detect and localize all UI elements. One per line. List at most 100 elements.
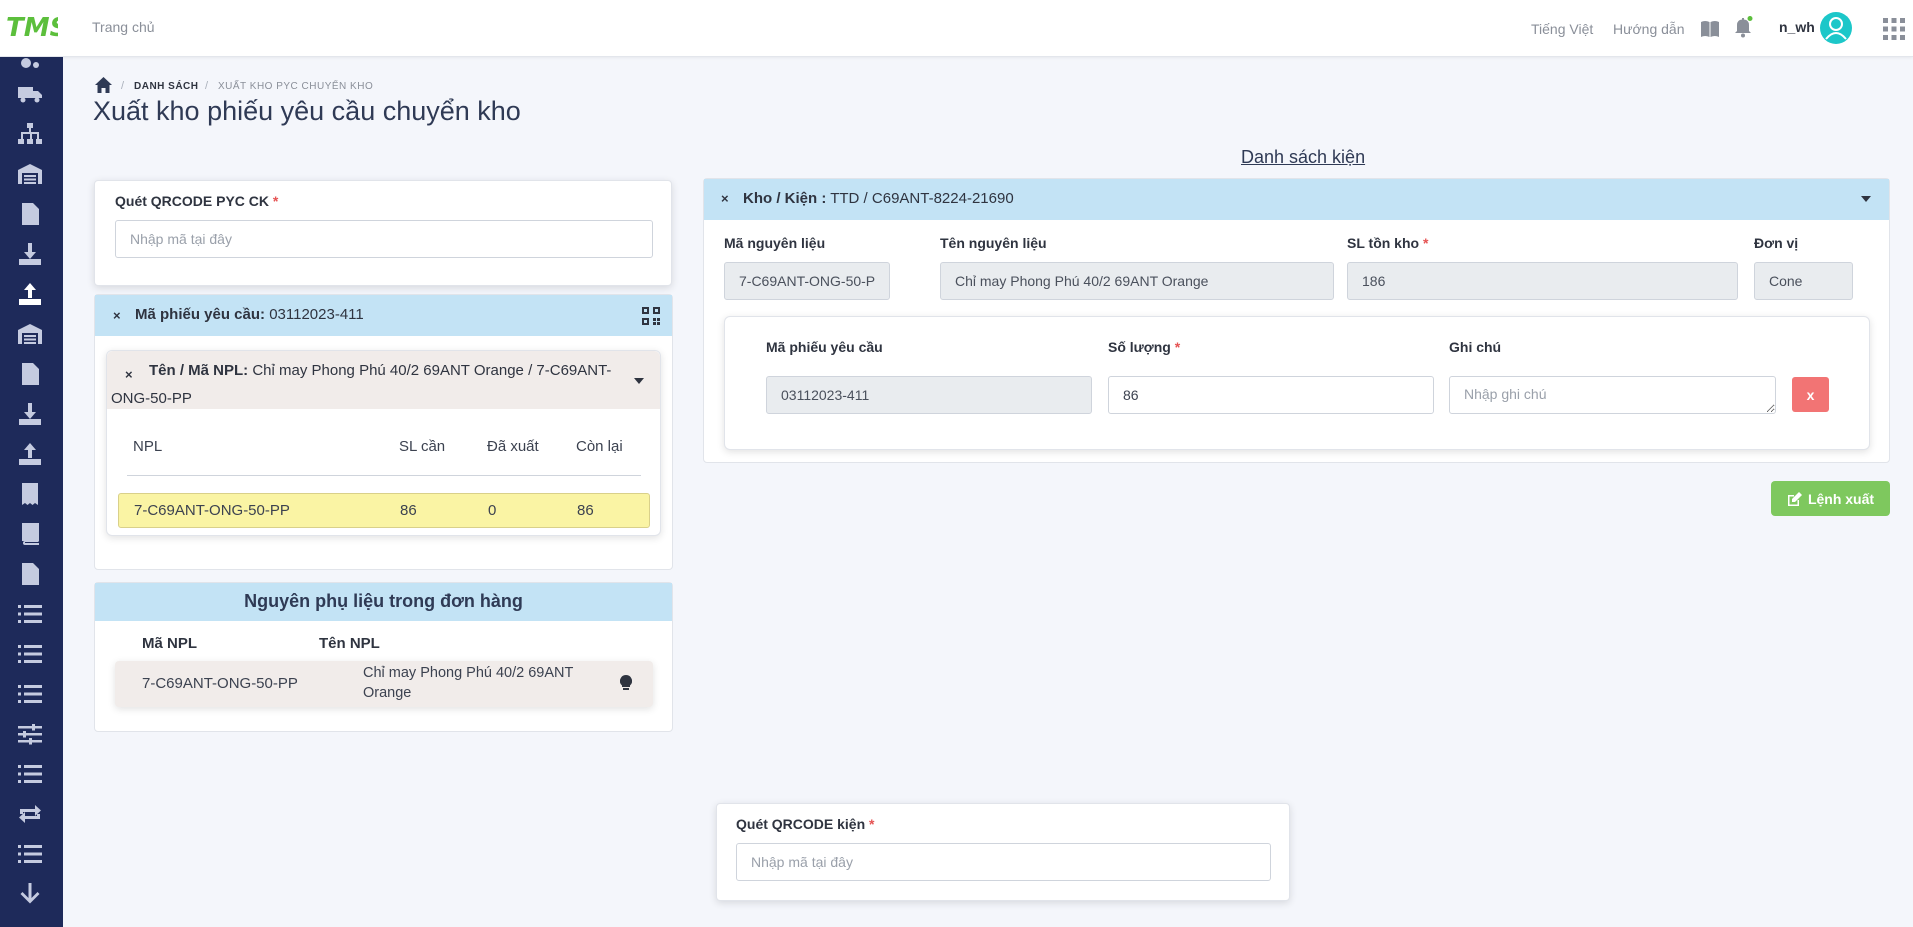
page-title: Xuất kho phiếu yêu cầu chuyển kho <box>93 96 521 126</box>
cell-npl: 7-C69ANT-ONG-50-PP <box>134 502 290 519</box>
material-code-field[interactable] <box>724 262 890 300</box>
quantity-label: Số lượng * <box>1108 339 1181 355</box>
package-detail-card: Mã phiếu yêu cầu Số lượng * Ghi chú <box>724 316 1870 450</box>
home-link[interactable]: Trang chủ <box>92 19 155 35</box>
sidebar-sitemap-icon[interactable] <box>14 120 46 148</box>
qr-code-icon[interactable] <box>642 307 660 325</box>
sidebar-book-icon[interactable] <box>14 520 46 548</box>
sidebar-import2-icon[interactable] <box>14 400 46 428</box>
sidebar-warehouse-icon[interactable] <box>14 160 46 188</box>
materials-card: Nguyên phụ liệu trong đơn hàng Mã NPL Tê… <box>94 582 673 732</box>
materials-title: Nguyên phụ liệu trong đơn hàng <box>244 591 523 611</box>
sidebar-export-icon[interactable] <box>14 280 46 308</box>
col-ma-npl: Mã NPL <box>142 635 198 652</box>
note-field[interactable] <box>1449 376 1776 414</box>
remove-row-button[interactable]: x <box>1792 377 1829 412</box>
language-selector[interactable]: Tiếng Việt <box>1531 21 1593 37</box>
export-order-button[interactable]: Lệnh xuất <box>1771 481 1890 516</box>
sidebar-document2-icon[interactable] <box>14 360 46 388</box>
cell-da-xuat: 0 <box>488 502 497 519</box>
sidebar-warehouse2-icon[interactable] <box>14 320 46 348</box>
unit-label: Đơn vị <box>1754 235 1799 251</box>
material-name-field[interactable] <box>940 262 1334 300</box>
sidebar-receipt-icon[interactable] <box>14 480 46 508</box>
material-name-label: Tên nguyên liệu <box>940 235 1047 251</box>
materials-header: Nguyên phụ liệu trong đơn hàng <box>95 583 672 621</box>
request-close-icon[interactable]: × <box>113 308 121 323</box>
scan-request-card: Quét QRCODE PYC CK * <box>94 180 672 286</box>
edit-icon <box>1787 491 1802 506</box>
sidebar-settings-icon[interactable] <box>14 55 46 83</box>
sidebar <box>0 57 63 927</box>
sidebar-document-icon[interactable] <box>14 200 46 228</box>
breadcrumb-item-current: XUẤT KHO PYC CHUYỂN KHO <box>218 81 374 92</box>
packages-title: Danh sách kiện <box>1241 147 1366 167</box>
material-name: Chỉ may Phong Phú 40/2 69ANT <box>363 665 574 681</box>
guide-link[interactable]: Hướng dẫn <box>1613 21 1684 37</box>
table-divider <box>127 475 641 476</box>
request-title: Mã phiếu yêu cầu: 03112023-411 <box>135 306 364 323</box>
scan-package-card: Quét QRCODE kiện * <box>716 803 1290 901</box>
avatar[interactable] <box>1820 12 1852 44</box>
table-row[interactable]: 7-C69ANT-ONG-50-PP 86 0 86 <box>118 493 650 528</box>
breadcrumb-home-icon[interactable] <box>95 77 112 93</box>
material-name-line2: Orange <box>363 685 412 701</box>
sidebar-file-icon[interactable] <box>14 560 46 588</box>
lightbulb-icon[interactable] <box>620 675 632 691</box>
material-code-label: Mã nguyên liệu <box>724 235 826 251</box>
sidebar-sliders-icon[interactable] <box>14 720 46 748</box>
sidebar-transfer-icon[interactable] <box>14 800 46 828</box>
request-item-card: × Tên / Mã NPL: Chỉ may Phong Phú 40/2 6… <box>106 350 661 536</box>
sidebar-list5-icon[interactable] <box>14 840 46 868</box>
scan-package-label: Quét QRCODE kiện * <box>736 816 875 832</box>
chevron-down-icon[interactable] <box>1861 196 1871 202</box>
scan-request-input[interactable] <box>115 220 653 258</box>
scan-request-label: Quét QRCODE PYC CK * <box>115 193 279 209</box>
request-item-title: Tên / Mã NPL: Chỉ may Phong Phú 40/2 69A… <box>149 362 612 379</box>
stock-field[interactable] <box>1347 262 1738 300</box>
bell-icon[interactable] <box>1733 16 1753 38</box>
chevron-down-icon[interactable] <box>634 378 644 384</box>
request-item-close-icon[interactable]: × <box>125 367 133 382</box>
sidebar-list2-icon[interactable] <box>14 640 46 668</box>
col-npl: NPL <box>133 438 163 455</box>
tms-logo[interactable]: TMS <box>6 12 58 42</box>
apps-grid-icon[interactable] <box>1883 18 1905 40</box>
breadcrumb-separator: / <box>205 80 209 92</box>
user-icon <box>1825 17 1847 40</box>
sidebar-export2-icon[interactable] <box>14 440 46 468</box>
svg-text:TMS: TMS <box>6 13 58 42</box>
cell-con-lai: 86 <box>577 502 594 519</box>
sidebar-arrow-down-icon[interactable] <box>14 880 46 908</box>
col-con-lai: Còn lại <box>576 438 623 455</box>
sidebar-list3-icon[interactable] <box>14 680 46 708</box>
sidebar-truck-icon[interactable] <box>14 80 46 108</box>
sidebar-list-icon[interactable] <box>14 600 46 628</box>
col-da-xuat: Đã xuất <box>487 438 539 455</box>
request-card: × Mã phiếu yêu cầu: 03112023-411 × Tên /… <box>94 294 673 570</box>
top-bar: TMS Trang chủ Tiếng Việt Hướng dẫn n_wh <box>0 0 1913 57</box>
export-order-label: Lệnh xuất <box>1807 490 1875 507</box>
request-item-header[interactable]: × Tên / Mã NPL: Chỉ may Phong Phú 40/2 6… <box>107 351 660 409</box>
col-sl-can: SL cần <box>399 438 446 455</box>
request-item-title-line2: ONG-50-PP <box>111 390 192 407</box>
breadcrumb-separator: / <box>121 80 125 92</box>
request-code-label: Mã phiếu yêu cầu <box>766 339 883 355</box>
cell-sl-can: 86 <box>400 502 417 519</box>
material-code: 7-C69ANT-ONG-50-PP <box>142 675 298 692</box>
book-icon[interactable] <box>1700 20 1720 38</box>
package-card: × Kho / Kiện : TTD / C69ANT-8224-21690 M… <box>703 178 1890 463</box>
package-close-icon[interactable]: × <box>721 191 729 206</box>
quantity-field[interactable] <box>1108 376 1434 414</box>
username[interactable]: n_wh <box>1779 19 1815 35</box>
unit-field[interactable] <box>1754 262 1853 300</box>
materials-row[interactable]: 7-C69ANT-ONG-50-PP Chỉ may Phong Phú 40/… <box>115 661 653 707</box>
sidebar-import-icon[interactable] <box>14 240 46 268</box>
col-ten-npl: Tên NPL <box>319 635 380 652</box>
package-header[interactable]: × Kho / Kiện : TTD / C69ANT-8224-21690 <box>704 179 1889 220</box>
request-code-field[interactable] <box>766 376 1092 414</box>
stock-label: SL tồn kho * <box>1347 235 1429 251</box>
breadcrumb-item-list[interactable]: DANH SÁCH <box>134 81 199 92</box>
sidebar-list4-icon[interactable] <box>14 760 46 788</box>
scan-package-input[interactable] <box>736 843 1271 881</box>
